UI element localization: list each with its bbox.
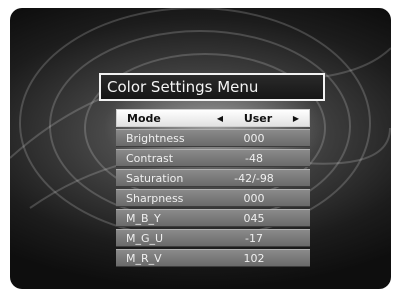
right-arrow-icon[interactable]: ▶ xyxy=(289,114,303,123)
mode-label: Mode xyxy=(127,111,161,125)
row-value: -48 xyxy=(245,151,263,165)
row-label: Brightness xyxy=(126,131,185,145)
menu-row-saturation[interactable]: Saturation -42/-98 xyxy=(116,169,310,187)
row-value: 102 xyxy=(243,251,265,265)
menu-title: Color Settings Menu xyxy=(99,73,325,101)
menu-row-brightness[interactable]: Brightness 000 xyxy=(116,129,310,147)
row-value: -42/-98 xyxy=(234,171,274,185)
row-label: Saturation xyxy=(126,171,184,185)
row-value: 000 xyxy=(243,131,265,145)
row-value: -17 xyxy=(245,231,263,245)
tv-screen: Color Settings Menu Mode ◀ User ▶ Bright… xyxy=(10,8,391,289)
left-arrow-icon[interactable]: ◀ xyxy=(213,114,227,123)
menu-row-m-r-v[interactable]: M_R_V 102 xyxy=(116,249,310,267)
row-value: 000 xyxy=(243,191,265,205)
menu-row-mode[interactable]: Mode ◀ User ▶ xyxy=(116,109,310,127)
row-label: M_R_V xyxy=(126,251,162,265)
menu-row-m-b-y[interactable]: M_B_Y 045 xyxy=(116,209,310,227)
row-label: Sharpness xyxy=(126,191,184,205)
menu-row-m-g-u[interactable]: M_G_U -17 xyxy=(116,229,310,247)
row-label: M_G_U xyxy=(126,231,164,245)
menu-row-sharpness[interactable]: Sharpness 000 xyxy=(116,189,310,207)
row-label: M_B_Y xyxy=(126,211,161,225)
row-label: Contrast xyxy=(126,151,174,165)
menu-row-contrast[interactable]: Contrast -48 xyxy=(116,149,310,167)
row-value: 045 xyxy=(243,211,265,225)
mode-value: User xyxy=(243,111,273,125)
